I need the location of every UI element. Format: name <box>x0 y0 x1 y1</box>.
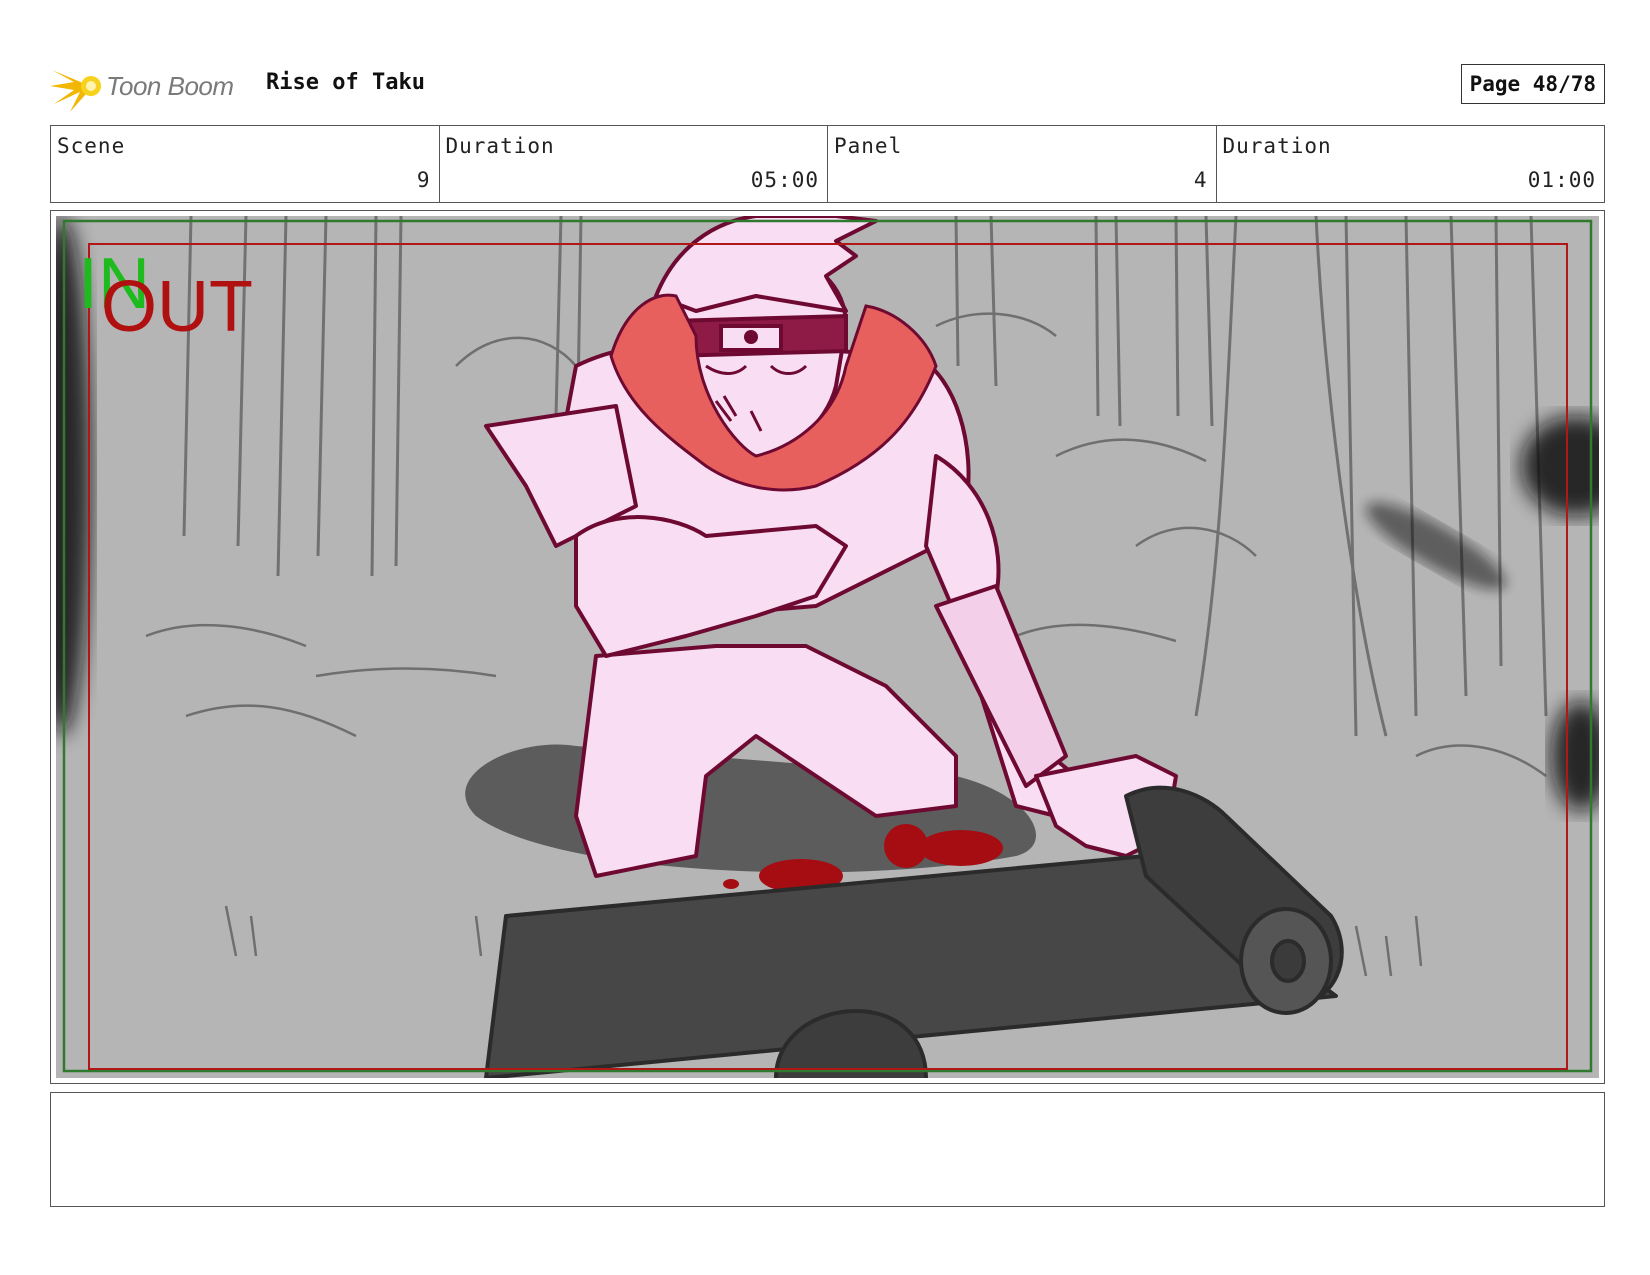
scene-label: Scene <box>57 134 126 158</box>
storyboard-panel: IN OUT <box>50 210 1605 1084</box>
toon-boom-logo: Toon Boom <box>50 60 234 112</box>
panel-duration-value: 01:00 <box>1527 168 1596 192</box>
out-marker: OUT <box>101 267 253 347</box>
scene-cell: Scene 9 <box>51 126 440 202</box>
page-header: Toon Boom Rise of Taku Page 48/78 <box>50 52 1605 112</box>
starburst-icon <box>50 70 101 112</box>
panel-duration-cell: Duration 01:00 <box>1217 126 1605 202</box>
panel-notes-box <box>50 1092 1605 1207</box>
logo-text: Toon Boom <box>106 70 234 101</box>
scene-duration-label: Duration <box>445 134 555 158</box>
scene-value: 9 <box>416 168 431 192</box>
panel-value: 4 <box>1193 168 1208 192</box>
panel-artwork: IN OUT <box>56 216 1599 1078</box>
panel-duration-label: Duration <box>1222 134 1332 158</box>
project-title: Rise of Taku <box>266 70 425 95</box>
panel-cell: Panel 4 <box>828 126 1217 202</box>
scene-duration-value: 05:00 <box>750 168 819 192</box>
panel-label: Panel <box>834 134 903 158</box>
scene-duration-cell: Duration 05:00 <box>440 126 828 202</box>
scene-info-table: Scene 9 Duration 05:00 Panel 4 Duration … <box>50 125 1605 203</box>
page-number: Page 48/78 <box>1460 64 1605 104</box>
